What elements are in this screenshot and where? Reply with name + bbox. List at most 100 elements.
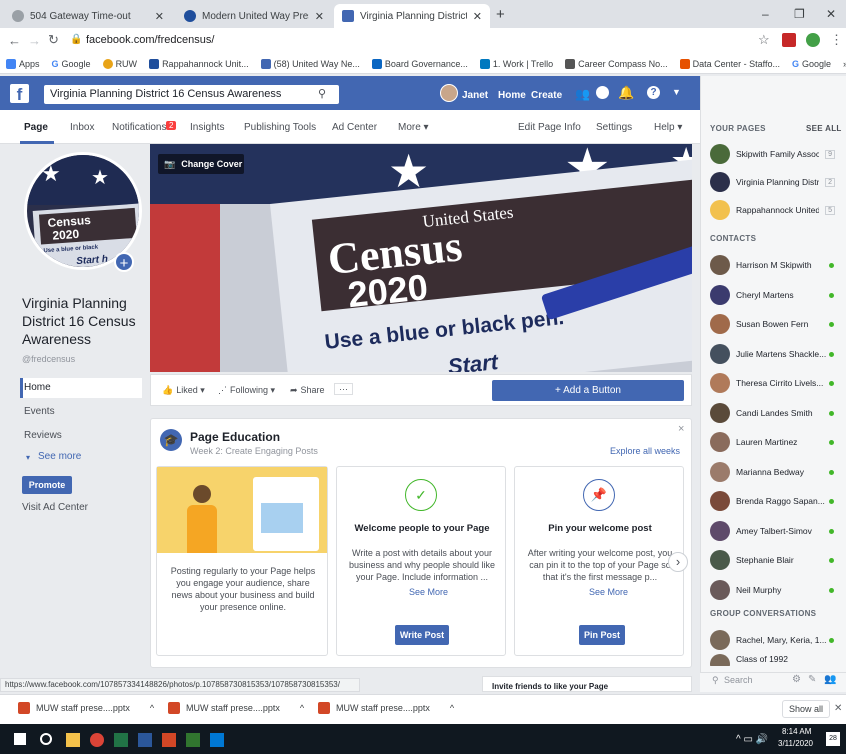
- nav-home[interactable]: Home: [24, 382, 51, 393]
- promote-button[interactable]: Promote: [22, 476, 72, 494]
- explore-all-weeks-link[interactable]: Explore all weeks: [610, 446, 680, 456]
- tab-publishing-tools[interactable]: Publishing Tools: [244, 122, 316, 133]
- extension-icon[interactable]: [782, 33, 796, 47]
- nav-see-more[interactable]: See more: [38, 451, 81, 462]
- your-page-item[interactable]: Virginia Planning Distr... 2: [710, 172, 835, 192]
- system-tray-icons[interactable]: ^ ▭ 🔊: [736, 734, 768, 745]
- maximize-button[interactable]: ❐: [794, 7, 805, 21]
- new-message-icon[interactable]: ✎: [808, 674, 816, 685]
- file-explorer-icon[interactable]: [66, 733, 80, 747]
- tab-close-icon[interactable]: ✕: [155, 10, 164, 23]
- bookmark-item[interactable]: Rappahannock Unit...: [149, 58, 249, 69]
- chat-settings-gear-icon[interactable]: ⚙: [792, 674, 801, 685]
- contact-item[interactable]: Cheryl Martens: [710, 284, 835, 305]
- notifications-bell-icon[interactable]: 🔔: [618, 85, 634, 101]
- tab-close-icon[interactable]: ✕: [473, 10, 482, 23]
- bookmark-item[interactable]: Career Compass No...: [565, 58, 668, 69]
- group-conversation-item[interactable]: Class of 1992: [710, 654, 835, 666]
- contact-item[interactable]: Marianna Bedway: [710, 461, 835, 482]
- tab-help[interactable]: Help ▾: [654, 122, 682, 133]
- bookmark-item[interactable]: Data Center - Staffo...: [679, 58, 780, 69]
- tab-notifications[interactable]: Notifications: [112, 122, 166, 133]
- tab-page[interactable]: Page: [24, 122, 48, 133]
- tab-ad-center[interactable]: Ad Center: [332, 122, 377, 133]
- word-icon[interactable]: [138, 733, 152, 747]
- user-avatar[interactable]: [440, 84, 458, 102]
- bookmark-item[interactable]: G Google: [792, 59, 831, 69]
- outlook-icon[interactable]: [210, 733, 224, 747]
- download-item[interactable]: MUW staff prese....pptx ^: [168, 702, 304, 714]
- tab-inbox[interactable]: Inbox: [70, 122, 94, 133]
- contact-item[interactable]: Julie Martens Shackle...: [710, 343, 835, 364]
- following-button[interactable]: ⋰ Following ▾: [218, 385, 275, 396]
- next-card-chevron-icon[interactable]: ›: [668, 552, 688, 572]
- browser-tab[interactable]: 504 Gateway Time-out ✕: [4, 4, 172, 28]
- bookmark-item[interactable]: G Google: [52, 59, 91, 69]
- write-post-button[interactable]: Write Post: [395, 625, 449, 645]
- see-all-link[interactable]: SEE ALL: [806, 124, 842, 133]
- contact-item[interactable]: Susan Bowen Fern: [710, 314, 835, 334]
- forward-arrow-icon[interactable]: →: [28, 33, 41, 48]
- add-photo-plus-icon[interactable]: +: [114, 252, 134, 272]
- bookmark-item[interactable]: 1. Work | Trello: [479, 58, 553, 69]
- liked-button[interactable]: 👍 Liked ▾: [162, 385, 205, 396]
- create-link[interactable]: Create: [531, 90, 562, 101]
- windows-start-icon[interactable]: [14, 733, 26, 745]
- facebook-search-input[interactable]: Virginia Planning District 16 Census Awa…: [44, 85, 339, 104]
- messenger-icon[interactable]: [596, 86, 609, 99]
- search-icon[interactable]: ⚲: [318, 87, 326, 100]
- browser-tab-active[interactable]: Virginia Planning District 16 Cens ✕: [334, 4, 490, 28]
- pin-post-button[interactable]: Pin Post: [579, 625, 625, 645]
- contact-item[interactable]: Harrison M Skipwith: [710, 255, 835, 275]
- visit-ad-center-link[interactable]: Visit Ad Center: [22, 502, 88, 513]
- chevron-up-icon[interactable]: ^: [300, 703, 304, 713]
- tab-close-icon[interactable]: ✕: [315, 10, 324, 23]
- contact-item[interactable]: Candi Landes Smith: [710, 402, 835, 423]
- browser-tab[interactable]: Modern United Way Presentatio ✕: [176, 4, 332, 28]
- bookmark-item[interactable]: Board Governance...: [371, 58, 468, 69]
- your-page-item[interactable]: Rappahannock United... 5: [710, 200, 835, 220]
- education-close-icon[interactable]: ×: [678, 423, 684, 435]
- contact-item[interactable]: Amey Talbert-Simov: [710, 520, 835, 541]
- contact-item[interactable]: Neil Murphy: [710, 579, 835, 600]
- cortana-search-icon[interactable]: [40, 733, 52, 745]
- group-conversation-item[interactable]: Rachel, Mary, Keria, 1...: [710, 630, 835, 650]
- profile-avatar[interactable]: [806, 33, 820, 47]
- contact-item[interactable]: Theresa Cirrito Livels...: [710, 373, 835, 393]
- user-name-link[interactable]: Janet: [462, 90, 488, 101]
- your-page-item[interactable]: Skipwith Family Associ... 9: [710, 144, 835, 164]
- close-window-button[interactable]: ✕: [826, 7, 836, 21]
- download-item[interactable]: MUW staff prese....pptx ^: [18, 702, 154, 714]
- share-button[interactable]: ➦ Share: [290, 385, 325, 396]
- url-field[interactable]: facebook.com/fredcensus/: [86, 34, 214, 46]
- chat-search-input[interactable]: Search: [724, 675, 753, 685]
- home-link[interactable]: Home: [498, 90, 526, 101]
- chevron-up-icon[interactable]: ^: [150, 703, 154, 713]
- help-icon[interactable]: ?: [647, 86, 660, 99]
- new-group-icon[interactable]: 👥: [824, 674, 836, 685]
- chrome-icon[interactable]: [90, 733, 104, 747]
- back-arrow-icon[interactable]: ←: [8, 33, 21, 48]
- new-tab-button[interactable]: +: [496, 6, 505, 23]
- contact-item[interactable]: Stephanie Blair: [710, 550, 835, 570]
- powerpoint-icon[interactable]: [162, 733, 176, 747]
- bookmark-star-icon[interactable]: ☆: [758, 32, 770, 48]
- minimize-button[interactable]: –: [762, 7, 769, 21]
- bookmark-item[interactable]: (58) United Way Ne...: [260, 58, 360, 69]
- contact-item[interactable]: Lauren Martinez: [710, 432, 835, 452]
- contact-item[interactable]: Brenda Raggo Sapan...: [710, 491, 835, 511]
- close-downloads-icon[interactable]: ✕: [834, 703, 842, 714]
- account-dropdown-icon[interactable]: ▼: [672, 87, 681, 97]
- friends-icon[interactable]: 👥: [575, 87, 590, 101]
- tab-settings[interactable]: Settings: [596, 122, 632, 133]
- clock-date[interactable]: 3/11/2020: [778, 739, 813, 748]
- chevron-up-icon[interactable]: ^: [450, 703, 454, 713]
- bookmark-item[interactable]: RUW: [102, 58, 137, 69]
- notification-center-icon[interactable]: 28: [826, 732, 840, 746]
- reload-icon[interactable]: ↻: [48, 32, 59, 48]
- clock-time[interactable]: 8:14 AM: [782, 727, 811, 736]
- download-item[interactable]: MUW staff prese....pptx ^: [318, 702, 454, 714]
- tab-more[interactable]: More ▾: [398, 122, 429, 133]
- bookmark-item[interactable]: Apps: [6, 58, 40, 69]
- more-actions-button[interactable]: ···: [334, 383, 353, 395]
